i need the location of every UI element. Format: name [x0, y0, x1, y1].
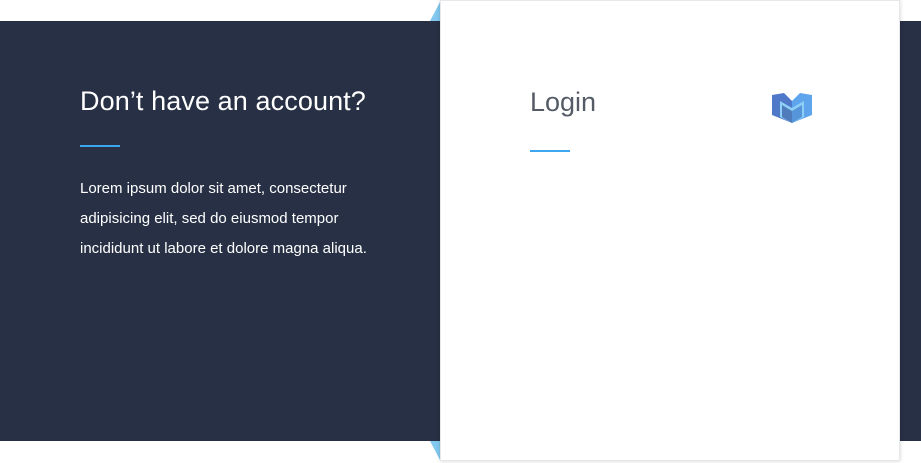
signup-section: Don’t have an account? Lorem ipsum dolor… — [80, 86, 380, 264]
decorative-triangle-bottom — [430, 441, 440, 460]
m-logo-icon — [772, 93, 812, 123]
signup-description: Lorem ipsum dolor sit amet, consectetur … — [80, 180, 367, 257]
signup-title-underline — [80, 145, 120, 147]
login-title: Login — [530, 87, 597, 117]
login-card: Login — [440, 0, 900, 461]
signup-title: Don’t have an account? — [80, 86, 366, 116]
decorative-triangle-top — [430, 2, 440, 21]
login-title-underline — [530, 150, 570, 152]
